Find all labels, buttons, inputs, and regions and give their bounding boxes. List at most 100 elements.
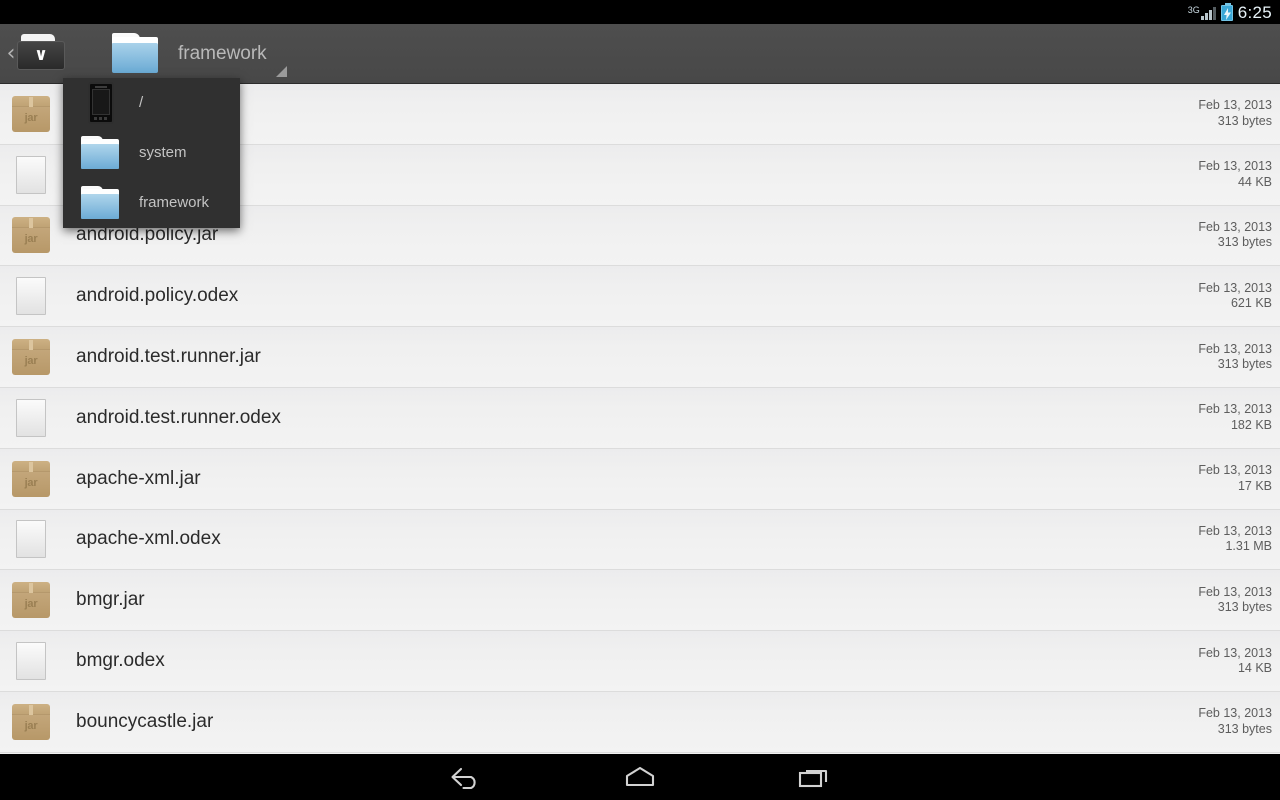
folder-path-dropdown[interactable]: / system framework — [63, 78, 240, 228]
file-date-label: Feb 13, 2013 — [1198, 98, 1272, 113]
jar-icon: jar — [12, 95, 50, 132]
file-meta: Feb 13, 2013 44 KB — [1198, 159, 1280, 190]
file-meta: Feb 13, 2013 313 bytes — [1198, 98, 1280, 129]
file-meta: Feb 13, 2013 17 KB — [1198, 463, 1280, 494]
file-icon-cell: jar — [5, 217, 57, 254]
file-date-label: Feb 13, 2013 — [1198, 219, 1272, 234]
action-bar: ‹ ∨ framework — [0, 24, 1280, 84]
folder-icon — [79, 186, 123, 220]
file-icon-cell — [5, 277, 57, 316]
file-size-label: 1.31 MB — [1225, 539, 1272, 554]
file-icon-cell: jar — [5, 95, 57, 132]
chevron-down-glyph: ∨ — [34, 44, 48, 65]
bolt-glyph — [1224, 8, 1232, 20]
jar-icon: jar — [12, 582, 50, 619]
network-type-label: 3G — [1187, 5, 1200, 15]
file-row[interactable]: android.test.runner.odex Feb 13, 2013 182 … — [0, 387, 1280, 449]
system-navigation-bar — [0, 754, 1280, 800]
file-size-label: 14 KB — [1237, 661, 1272, 676]
file-icon-cell — [5, 398, 57, 437]
file-row[interactable]: apache-xml.odex Feb 13, 2013 1.31 MB — [0, 509, 1280, 571]
file-meta: Feb 13, 2013 313 bytes — [1198, 342, 1280, 373]
file-meta: Feb 13, 2013 182 KB — [1198, 402, 1280, 433]
status-bar: 3G 6:25 — [0, 0, 1280, 24]
nav-recents-button[interactable] — [782, 754, 846, 800]
file-name-label: bmgr.jar — [76, 589, 145, 611]
dropdown-item[interactable]: framework — [63, 178, 240, 228]
recents-icon — [798, 769, 828, 788]
status-bar-right: 3G 6:25 — [1188, 0, 1272, 24]
file-meta: Feb 13, 2013 313 bytes — [1198, 220, 1280, 251]
dropdown-item-icon-cell — [77, 136, 125, 170]
file-row[interactable]: jar bmgr.jar Feb 13, 2013 313 bytes — [0, 570, 1280, 632]
jar-icon-label: jar — [24, 598, 38, 611]
file-date-label: Feb 13, 2013 — [1198, 341, 1272, 356]
file-meta: Feb 13, 2013 14 KB — [1198, 646, 1280, 677]
file-icon-cell: jar — [5, 460, 57, 497]
file-size-label: 313 bytes — [1217, 235, 1272, 250]
spinner-triangle-icon — [275, 65, 287, 77]
jar-icon-label: jar — [24, 476, 38, 489]
nav-home-button[interactable] — [608, 754, 672, 800]
file-date-label: Feb 13, 2013 — [1198, 402, 1272, 417]
up-home-button[interactable]: ‹ ∨ — [0, 24, 65, 84]
file-name-label: apache-xml.jar — [76, 467, 201, 489]
jar-icon-label: jar — [24, 233, 38, 246]
file-size-label: 313 bytes — [1217, 113, 1272, 128]
file-row[interactable]: jar android.test.runner.jar Feb 13, 2013 31… — [0, 327, 1280, 388]
dropdown-item-icon-cell — [77, 186, 125, 220]
file-size-label: 17 KB — [1237, 478, 1272, 493]
file-meta: Feb 13, 2013 1.31 MB — [1198, 524, 1280, 555]
file-date-label: Feb 13, 2013 — [1198, 706, 1272, 721]
file-size-label: 44 KB — [1237, 174, 1272, 189]
app-folder-chevron-icon: ∨ — [17, 33, 65, 74]
odex-file-icon — [16, 520, 46, 559]
dropdown-item[interactable]: system — [63, 128, 240, 178]
file-icon-cell: jar — [5, 582, 57, 619]
file-icon-cell: jar — [5, 339, 57, 376]
file-name-label: android.test.runner.jar — [76, 346, 261, 368]
file-date-label: Feb 13, 2013 — [1198, 584, 1272, 599]
odex-file-icon — [16, 277, 46, 316]
dropdown-item[interactable]: / — [63, 78, 240, 128]
home-icon — [625, 766, 655, 787]
folder-icon — [79, 136, 123, 170]
file-row[interactable]: jar apache-xml.jar Feb 13, 2013 17 KB — [0, 448, 1280, 510]
signal-icon: 3G — [1188, 2, 1216, 22]
file-name-label: android.policy.odex — [76, 285, 239, 307]
jar-icon-label: jar — [24, 111, 38, 124]
device-screen: 3G 6:25 ‹ ∨ framework jar Feb 13, 2013 3… — [0, 0, 1280, 800]
jar-icon-label: jar — [24, 719, 38, 732]
current-folder-label: framework — [178, 42, 267, 64]
file-row[interactable]: android.policy.odex Feb 13, 2013 621 KB — [0, 266, 1280, 328]
file-date-label: Feb 13, 2013 — [1198, 159, 1272, 174]
jar-icon-label: jar — [24, 355, 38, 368]
signal-bars-icon — [1200, 7, 1216, 20]
dropdown-item-icon-cell — [77, 82, 125, 124]
file-meta: Feb 13, 2013 313 bytes — [1198, 585, 1280, 616]
file-icon-cell — [5, 520, 57, 559]
back-caret-icon: ‹ — [6, 40, 16, 66]
file-name-label: bmgr.odex — [76, 650, 165, 672]
folder-path-spinner[interactable]: framework — [65, 24, 293, 84]
battery-charging-icon — [1220, 3, 1233, 21]
file-meta: Feb 13, 2013 621 KB — [1198, 281, 1280, 312]
file-size-label: 313 bytes — [1217, 721, 1272, 736]
jar-icon: jar — [12, 460, 50, 497]
file-icon-cell — [5, 642, 57, 681]
file-name-label: android.test.runner.odex — [76, 406, 281, 428]
file-row[interactable]: bmgr.odex Feb 13, 2013 14 KB — [0, 631, 1280, 692]
file-icon-cell: jar — [5, 703, 57, 740]
file-size-label: 313 bytes — [1217, 357, 1272, 372]
file-date-label: Feb 13, 2013 — [1198, 463, 1272, 478]
nav-back-button[interactable] — [434, 754, 498, 800]
file-meta: Feb 13, 2013 313 bytes — [1198, 706, 1280, 737]
file-date-label: Feb 13, 2013 — [1198, 280, 1272, 295]
device-phone-icon — [88, 82, 114, 124]
jar-icon: jar — [12, 217, 50, 254]
dropdown-item-label: / — [139, 94, 144, 111]
file-row[interactable]: jar bouncycastle.jar Feb 13, 2013 313 bytes — [0, 691, 1280, 753]
file-size-label: 621 KB — [1230, 296, 1272, 311]
file-name-label: apache-xml.odex — [76, 528, 221, 550]
jar-icon: jar — [12, 703, 50, 740]
